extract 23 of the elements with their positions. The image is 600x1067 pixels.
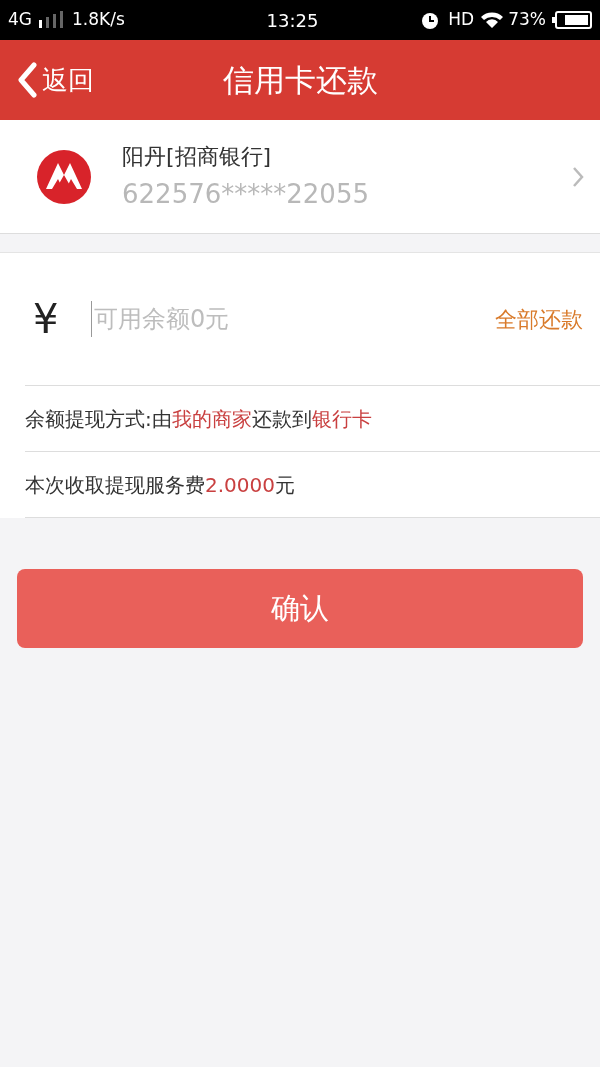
currency-symbol: ¥ [33,295,60,344]
signal-icon [38,11,64,29]
card-holder: 阳丹[招商银行] [122,142,273,171]
bank-logo-icon [36,148,92,205]
clock: 13:25 [266,8,319,33]
alarm-icon [420,10,441,30]
hd-label: HD [448,8,475,32]
battery-percent: 73% [508,8,546,32]
network-speed: 1.8K/s [72,8,125,32]
network-label: 4G [8,8,32,32]
card-row[interactable]: 阳丹[招商银行] 622576*****22055 [0,120,600,234]
info-text: 本次收取提现服务费2.0000元 [25,471,295,499]
wifi-icon [480,11,505,29]
back-chevron-icon [16,62,38,98]
info-text: 余额提现方式:由我的商家还款到银行卡 [25,405,372,433]
card-number: 622576*****22055 [122,177,370,211]
chevron-right-icon [572,165,584,188]
amount-input[interactable]: 可用余额0元 [91,301,495,337]
repay-all-button[interactable]: 全部还款 [495,302,583,336]
confirm-button[interactable]: 确认 [17,569,583,648]
page-title: 信用卡还款 [222,60,378,100]
battery-icon [552,11,592,29]
back-button[interactable]: 返回 [0,60,94,100]
